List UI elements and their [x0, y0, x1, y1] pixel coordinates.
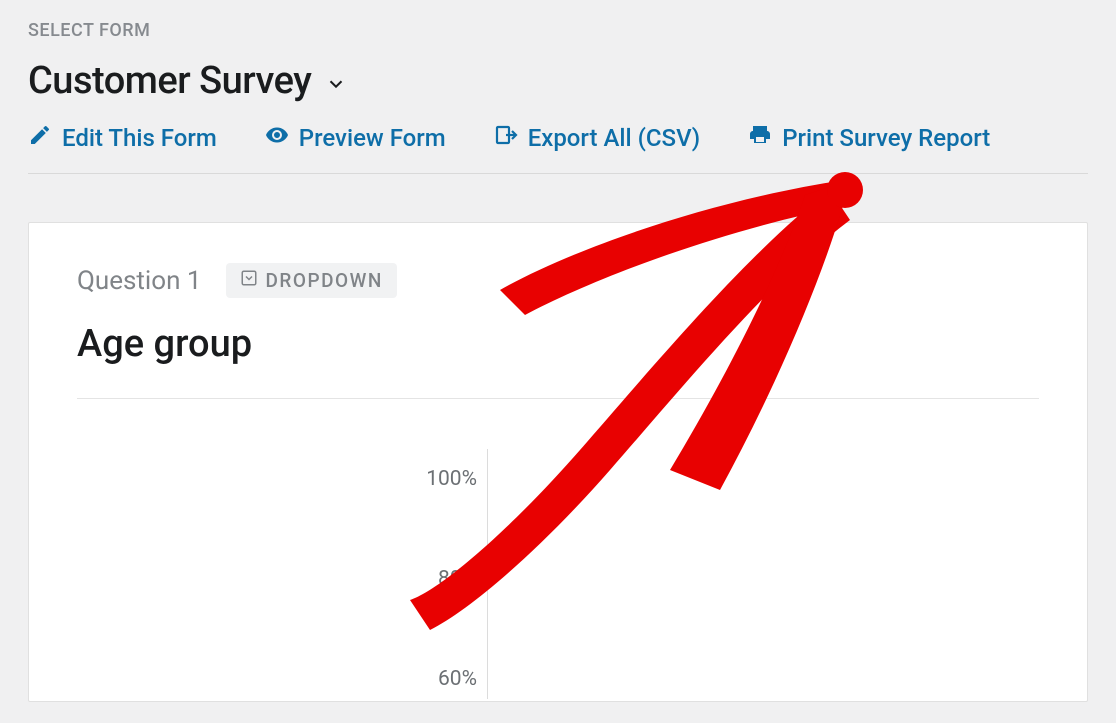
edit-form-label: Edit This Form — [62, 124, 217, 152]
question-card: Question 1 DROPDOWN Age group 100% 80% 6… — [28, 222, 1088, 702]
y-tick-label: 60% — [397, 667, 477, 691]
question-type-badge-text: DROPDOWN — [266, 269, 383, 292]
chart-area: 100% 80% 60% — [77, 449, 1039, 699]
print-icon — [748, 123, 772, 153]
preview-form-label: Preview Form — [299, 124, 446, 152]
y-tick-label: 100% — [397, 467, 477, 491]
edit-form-link[interactable]: Edit This Form — [28, 123, 217, 153]
print-report-link[interactable]: Print Survey Report — [748, 123, 990, 153]
question-title: Age group — [77, 322, 1039, 366]
print-report-label: Print Survey Report — [782, 124, 990, 152]
select-form-label: SELECT FORM — [28, 20, 1088, 41]
action-bar: Edit This Form Preview Form Export All (… — [28, 123, 1088, 174]
divider — [77, 398, 1039, 399]
preview-form-link[interactable]: Preview Form — [265, 123, 446, 153]
export-csv-label: Export All (CSV) — [528, 124, 701, 152]
form-selector[interactable]: Customer Survey — [28, 59, 1088, 103]
pencil-icon — [28, 123, 52, 153]
question-type-badge: DROPDOWN — [226, 263, 397, 298]
question-number-label: Question 1 — [77, 266, 202, 296]
y-tick-label: 80% — [397, 567, 477, 591]
chevron-down-icon[interactable] — [325, 73, 347, 95]
eye-icon — [265, 123, 289, 153]
export-csv-link[interactable]: Export All (CSV) — [494, 123, 701, 153]
export-icon — [494, 123, 518, 153]
y-axis-line — [487, 449, 488, 699]
form-title: Customer Survey — [28, 59, 311, 103]
dropdown-icon — [240, 269, 258, 292]
